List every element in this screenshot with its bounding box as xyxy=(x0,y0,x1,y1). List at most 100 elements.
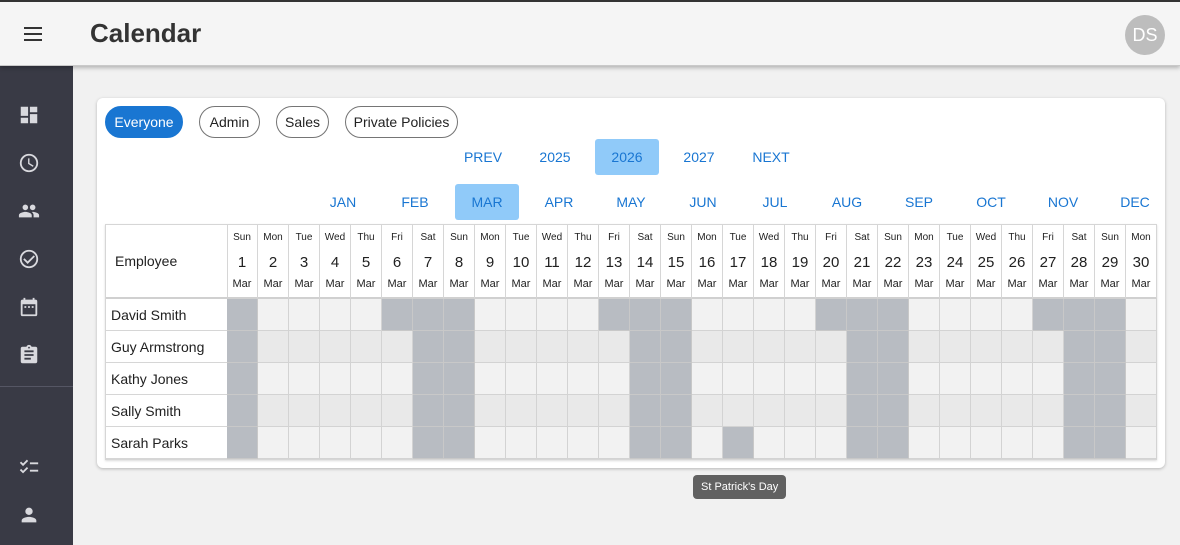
month-button-jun[interactable]: JUN xyxy=(671,184,735,220)
schedule-cell[interactable] xyxy=(351,299,382,331)
schedule-cell[interactable] xyxy=(785,331,816,363)
month-button-oct[interactable]: OCT xyxy=(959,184,1023,220)
schedule-cell[interactable] xyxy=(847,363,878,395)
schedule-cell[interactable] xyxy=(444,299,475,331)
year-button-2026[interactable]: 2026 xyxy=(595,139,659,175)
schedule-cell[interactable] xyxy=(227,427,258,459)
schedule-cell[interactable] xyxy=(847,331,878,363)
schedule-cell[interactable] xyxy=(227,395,258,427)
schedule-cell[interactable] xyxy=(692,299,723,331)
schedule-cell[interactable] xyxy=(506,331,537,363)
schedule-cell[interactable] xyxy=(568,427,599,459)
filter-chip-admin[interactable]: Admin xyxy=(199,106,260,138)
schedule-cell[interactable] xyxy=(568,299,599,331)
schedule-cell[interactable] xyxy=(320,427,351,459)
month-button-mar[interactable]: MAR xyxy=(455,184,519,220)
schedule-cell[interactable] xyxy=(599,363,630,395)
month-button-nov[interactable]: NOV xyxy=(1031,184,1095,220)
schedule-cell[interactable] xyxy=(692,427,723,459)
schedule-cell[interactable] xyxy=(444,331,475,363)
schedule-cell[interactable] xyxy=(1126,395,1157,427)
schedule-cell[interactable] xyxy=(258,395,289,427)
schedule-cell[interactable] xyxy=(661,331,692,363)
schedule-cell[interactable] xyxy=(1033,427,1064,459)
schedule-cell[interactable] xyxy=(971,363,1002,395)
schedule-cell[interactable] xyxy=(475,331,506,363)
schedule-cell[interactable] xyxy=(289,427,320,459)
schedule-cell[interactable] xyxy=(785,299,816,331)
schedule-cell[interactable] xyxy=(692,395,723,427)
schedule-cell[interactable] xyxy=(692,331,723,363)
schedule-cell[interactable] xyxy=(878,395,909,427)
menu-icon[interactable] xyxy=(18,22,48,46)
schedule-cell[interactable] xyxy=(227,331,258,363)
month-button-aug[interactable]: AUG xyxy=(815,184,879,220)
schedule-cell[interactable] xyxy=(847,427,878,459)
next-year-button[interactable]: NEXT xyxy=(743,139,799,175)
schedule-cell[interactable] xyxy=(289,363,320,395)
schedule-cell[interactable] xyxy=(692,363,723,395)
schedule-cell[interactable] xyxy=(878,427,909,459)
schedule-cell[interactable] xyxy=(599,395,630,427)
schedule-cell[interactable] xyxy=(940,331,971,363)
schedule-cell[interactable] xyxy=(940,427,971,459)
schedule-cell[interactable] xyxy=(1064,299,1095,331)
schedule-cell[interactable] xyxy=(599,427,630,459)
schedule-cell[interactable] xyxy=(971,427,1002,459)
schedule-cell[interactable] xyxy=(661,427,692,459)
schedule-cell[interactable] xyxy=(754,395,785,427)
schedule-cell[interactable] xyxy=(754,427,785,459)
avatar[interactable]: DS xyxy=(1125,15,1165,55)
schedule-cell[interactable] xyxy=(909,395,940,427)
schedule-cell[interactable] xyxy=(1002,427,1033,459)
schedule-cell[interactable] xyxy=(723,299,754,331)
schedule-cell[interactable] xyxy=(475,363,506,395)
schedule-cell[interactable] xyxy=(537,395,568,427)
schedule-cell[interactable] xyxy=(1033,299,1064,331)
schedule-cell[interactable] xyxy=(382,363,413,395)
schedule-cell[interactable] xyxy=(785,395,816,427)
schedule-cell[interactable] xyxy=(351,363,382,395)
clipboard-icon[interactable] xyxy=(18,344,40,366)
schedule-cell[interactable] xyxy=(785,363,816,395)
schedule-cell[interactable] xyxy=(1064,427,1095,459)
schedule-cell[interactable] xyxy=(1064,331,1095,363)
month-button-jul[interactable]: JUL xyxy=(743,184,807,220)
schedule-cell[interactable] xyxy=(971,331,1002,363)
schedule-cell[interactable] xyxy=(506,427,537,459)
schedule-cell[interactable] xyxy=(413,331,444,363)
schedule-cell[interactable] xyxy=(723,395,754,427)
schedule-cell[interactable] xyxy=(971,299,1002,331)
schedule-cell[interactable] xyxy=(382,299,413,331)
schedule-cell[interactable] xyxy=(537,299,568,331)
schedule-cell[interactable] xyxy=(289,331,320,363)
schedule-cell[interactable] xyxy=(723,427,754,459)
person-icon[interactable] xyxy=(18,504,40,526)
schedule-cell[interactable] xyxy=(1126,363,1157,395)
schedule-cell[interactable] xyxy=(723,331,754,363)
schedule-cell[interactable] xyxy=(506,363,537,395)
check-circle-icon[interactable] xyxy=(18,248,40,270)
schedule-cell[interactable] xyxy=(847,299,878,331)
schedule-cell[interactable] xyxy=(413,299,444,331)
schedule-cell[interactable] xyxy=(723,363,754,395)
schedule-cell[interactable] xyxy=(320,331,351,363)
schedule-cell[interactable] xyxy=(599,331,630,363)
schedule-cell[interactable] xyxy=(878,299,909,331)
schedule-cell[interactable] xyxy=(878,363,909,395)
schedule-cell[interactable] xyxy=(537,331,568,363)
month-button-dec[interactable]: DEC xyxy=(1103,184,1167,220)
schedule-cell[interactable] xyxy=(537,427,568,459)
schedule-cell[interactable] xyxy=(754,363,785,395)
schedule-cell[interactable] xyxy=(630,331,661,363)
schedule-cell[interactable] xyxy=(661,363,692,395)
schedule-cell[interactable] xyxy=(475,395,506,427)
schedule-cell[interactable] xyxy=(1033,331,1064,363)
schedule-cell[interactable] xyxy=(475,299,506,331)
schedule-cell[interactable] xyxy=(909,363,940,395)
schedule-cell[interactable] xyxy=(816,299,847,331)
schedule-cell[interactable] xyxy=(258,299,289,331)
schedule-cell[interactable] xyxy=(227,363,258,395)
schedule-cell[interactable] xyxy=(1002,395,1033,427)
schedule-cell[interactable] xyxy=(816,427,847,459)
